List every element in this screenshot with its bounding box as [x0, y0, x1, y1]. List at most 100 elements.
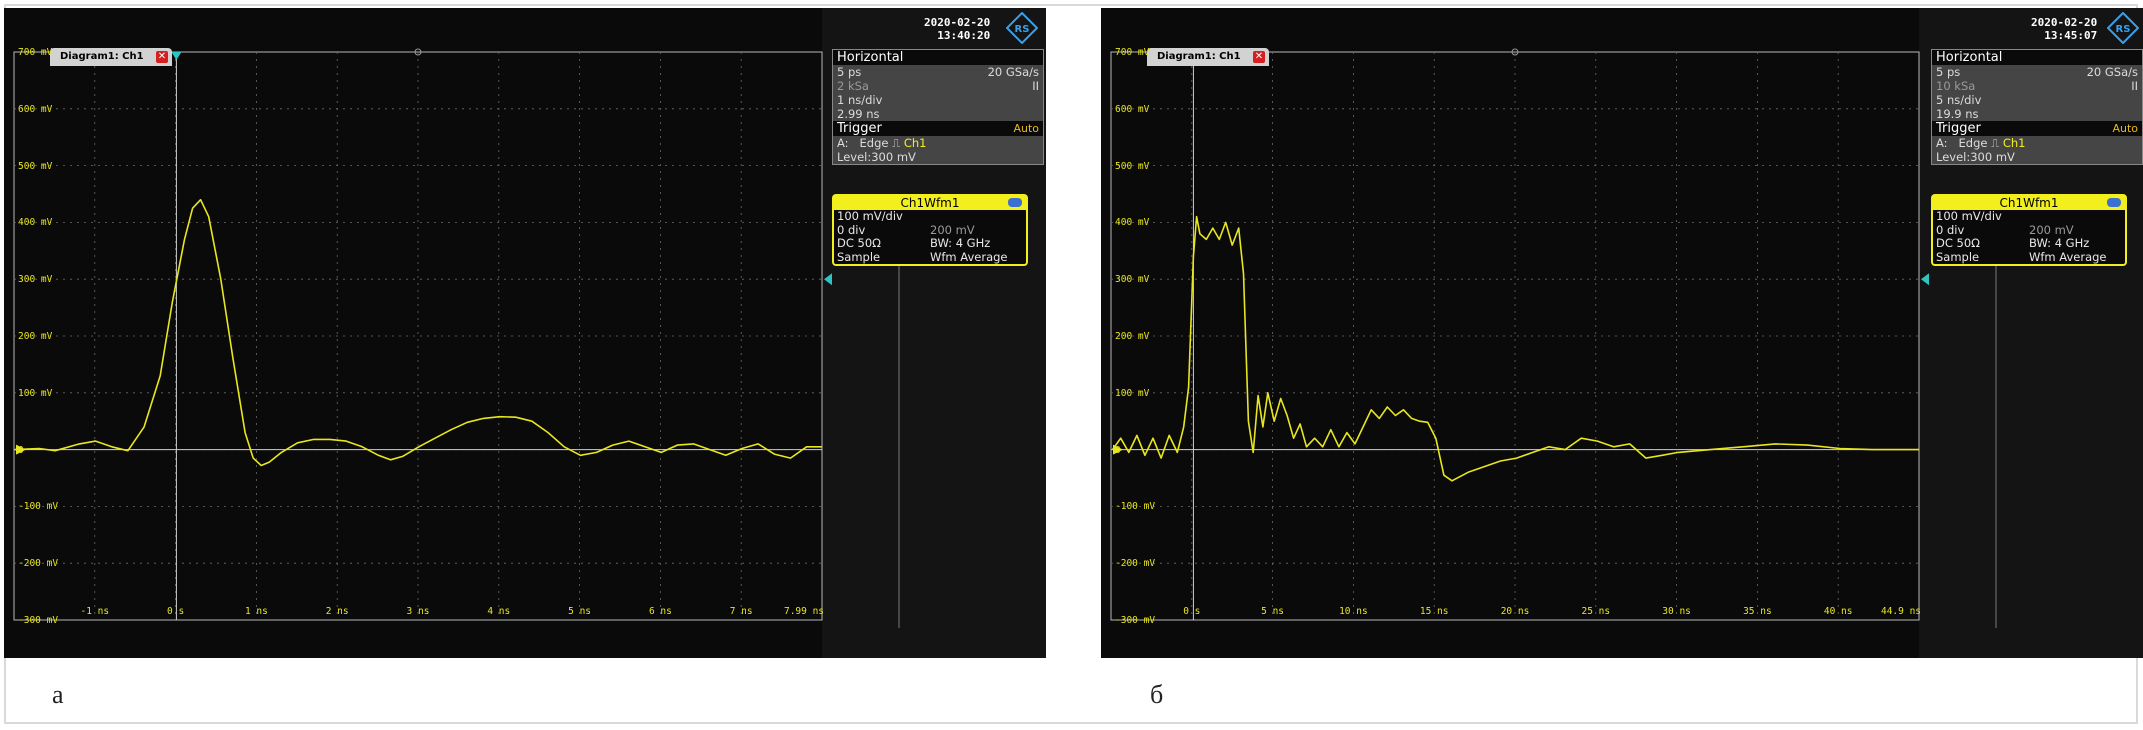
x-tick-label: 0 s — [167, 606, 185, 617]
offset-div: 0 div — [837, 222, 866, 237]
horizontal-title: Horizontal — [1932, 50, 2142, 65]
resolution: 5 ps — [1936, 65, 1961, 79]
rohde-schwarz-logo-icon: RS — [2107, 12, 2139, 44]
trigger-type: Edge — [859, 136, 889, 150]
svg-text:RS: RS — [1015, 24, 1030, 35]
y-tick-label: 400 mV — [1115, 217, 1150, 229]
diagram-tab[interactable]: Diagram1: Ch1 ✕ — [1147, 48, 1269, 66]
waveform-trace — [1111, 215, 1919, 482]
oscilloscope-screen-a: Diagram1: Ch1 ✕ 2020-02-20 13:40:20 RS H… — [4, 8, 1046, 658]
y-tick-label: 200 mV — [1115, 331, 1150, 342]
trigger-mode: Auto — [1013, 122, 1039, 135]
rohde-schwarz-logo-icon: RS — [1006, 12, 1038, 44]
x-tick-label: 10 ns — [1339, 606, 1368, 617]
y-tick-label: 600 mV — [18, 103, 53, 115]
y-tick-label: -300 mV — [18, 615, 59, 626]
x-tick-label: 5 ns — [568, 606, 592, 617]
x-tick-label: -1 ns — [80, 606, 110, 617]
close-icon[interactable]: ✕ — [1253, 51, 1265, 63]
minimize-icon[interactable] — [2107, 198, 2121, 207]
x-tick-label: 44.9 ns — [1880, 606, 1922, 617]
diagram-tab-label: Diagram1: Ch1 — [60, 51, 144, 62]
y-tick-label: 500 mV — [18, 160, 53, 172]
y-tick-label: -300 mV — [1115, 615, 1156, 626]
run-mode-icon: II — [2131, 79, 2138, 93]
x-tick-label: 5 ns — [1261, 606, 1285, 617]
trigger-source: Ch1 — [903, 136, 927, 150]
trigger-level: Level:300 mV — [837, 150, 916, 164]
oscilloscope-screen-b: Diagram1: Ch1 ✕ 2020-02-20 13:45:07 RS H… — [1101, 8, 2143, 658]
x-tick-label: 4 ns — [487, 606, 511, 617]
datetime: 2020-02-20 13:45:07 — [2031, 16, 2097, 42]
horizontal-position: 2.99 ns — [837, 107, 880, 121]
x-tick-label: 30 ns — [1662, 606, 1691, 617]
diagram-tab[interactable]: Diagram1: Ch1 ✕ — [50, 48, 172, 66]
svg-text:RS: RS — [2116, 24, 2131, 35]
diagram-tab-label: Diagram1: Ch1 — [1157, 51, 1241, 62]
waveform-title: Ch1Wfm1 — [1999, 196, 2059, 210]
y-tick-label: 400 mV — [18, 217, 53, 229]
rising-edge-icon: ⎍ — [892, 136, 901, 150]
y-tick-label: 500 mV — [1115, 160, 1150, 172]
x-tick-label: 15 ns — [1419, 606, 1449, 617]
trigger-title: Trigger — [837, 121, 882, 136]
trigger-position-marker — [171, 52, 182, 60]
trigger-prefix: A: — [1936, 136, 1948, 150]
record-length: 2 kSa — [837, 79, 869, 93]
horizontal-panel[interactable]: Horizontal 5 ps 20 GSa/s 10 kSa II 5 ns/di… — [1931, 49, 2143, 165]
x-tick-label: 0 s — [1183, 606, 1201, 617]
resolution: 5 ps — [837, 65, 862, 79]
trigger-header[interactable]: Trigger Auto — [833, 121, 1043, 136]
waveform-info-box[interactable]: Ch1Wfm1 100 mV/div 0 div 200 mV DC 50Ω BW:… — [1931, 194, 2127, 266]
rising-edge-icon: ⎍ — [1991, 136, 2000, 150]
offset-div: 0 div — [1936, 222, 1965, 237]
datetime: 2020-02-20 13:40:20 — [924, 16, 990, 42]
bandwidth: BW: 4 GHz — [930, 236, 991, 250]
waveform-mode: Wfm Average — [930, 249, 1008, 264]
trigger-title: Trigger — [1936, 121, 1981, 136]
x-tick-label: 7.99 ns — [783, 606, 825, 617]
sample-rate: 20 GSa/s — [987, 65, 1039, 79]
horizontal-panel[interactable]: Horizontal 5 ps 20 GSa/s 2 kSa II 1 ns/div… — [832, 49, 1044, 165]
y-tick-label: 0 — [1115, 444, 1121, 456]
vertical-scale: 100 mV/div — [837, 209, 903, 223]
coupling: DC 50Ω — [1936, 236, 1980, 250]
coupling: DC 50Ω — [837, 236, 881, 250]
waveform-title: Ch1Wfm1 — [900, 196, 960, 210]
y-tick-label: -200 mV — [18, 558, 59, 570]
x-tick-label: 1 ns — [244, 606, 268, 617]
x-tick-label: 2 ns — [325, 606, 349, 617]
acquisition: Sample — [837, 249, 881, 264]
y-tick-label: 600 mV — [1115, 103, 1150, 115]
x-tick-label: 35 ns — [1743, 606, 1772, 617]
x-tick-label: 3 ns — [406, 606, 430, 617]
bandwidth: BW: 4 GHz — [2029, 236, 2090, 250]
y-tick-label: 100 mV — [1115, 387, 1150, 399]
caption-a: а — [52, 680, 64, 709]
y-tick-label: -200 mV — [1115, 558, 1156, 570]
waveform-info-box[interactable]: Ch1Wfm1 100 mV/div 0 div 200 mV DC 50Ω BW:… — [832, 194, 1028, 266]
y-tick-label: 700 mV — [1115, 47, 1150, 58]
close-icon[interactable]: ✕ — [156, 51, 168, 63]
trigger-source: Ch1 — [2002, 136, 2026, 150]
trigger-header[interactable]: Trigger Auto — [1932, 121, 2142, 136]
y-tick-label: -100 mV — [18, 501, 59, 513]
x-tick-label: 20 ns — [1500, 606, 1530, 617]
caption-b: б — [1150, 680, 1164, 709]
x-tick-label: 40 ns — [1823, 606, 1853, 617]
horizontal-title: Horizontal — [833, 50, 1043, 65]
y-tick-label: 200 mV — [18, 331, 53, 342]
waveform-mode: Wfm Average — [2029, 249, 2107, 264]
run-mode-icon: II — [1032, 79, 1039, 93]
time-scale: 5 ns/div — [1936, 93, 1982, 107]
sample-rate: 20 GSa/s — [2086, 65, 2138, 79]
minimize-icon[interactable] — [1008, 198, 1022, 207]
x-tick-label: 7 ns — [729, 606, 753, 617]
date-text: 2020-02-20 — [2031, 16, 2098, 29]
y-tick-label: 0 — [18, 444, 24, 456]
time-text: 13:45:07 — [2044, 29, 2098, 42]
time-scale: 1 ns/div — [837, 93, 883, 107]
trigger-mode: Auto — [2112, 122, 2138, 135]
acquisition: Sample — [1936, 249, 1980, 264]
trigger-level: Level:300 mV — [1936, 150, 2015, 164]
